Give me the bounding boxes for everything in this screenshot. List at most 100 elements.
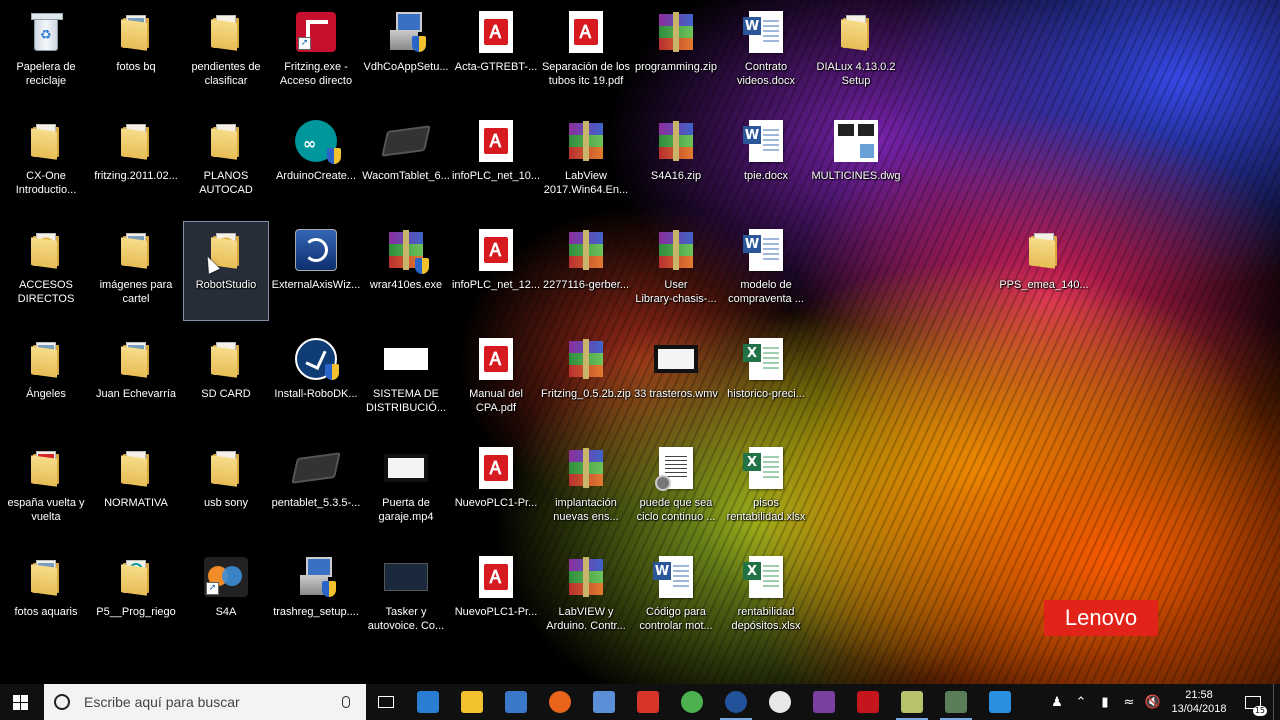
taskbar-app-chrome[interactable] bbox=[670, 684, 714, 720]
action-center-button[interactable]: 15 bbox=[1233, 684, 1273, 720]
autocad-icon bbox=[857, 691, 879, 713]
installer-icon bbox=[386, 12, 426, 52]
desktop-icon-nuevoplc1-b[interactable]: Ꭺ NuevoPLC1-Pr... bbox=[454, 549, 538, 647]
taskbar-app-foxit[interactable] bbox=[626, 684, 670, 720]
people-icon[interactable]: ♟ bbox=[1045, 684, 1069, 720]
desktop-icon-infoplc-10[interactable]: ᎪinfoPLC_net_10... bbox=[452, 113, 540, 211]
desktop-icon-codigo-controlar[interactable]: W Código para controlar mot... bbox=[634, 549, 718, 647]
desktop-icon-robotstudio[interactable]: RobotStudio bbox=[183, 221, 269, 321]
desktop-icon-separacion-tubos[interactable]: Ꭺ Separación de los tubos itc 19.pdf bbox=[542, 4, 630, 102]
desktop-icon-s4a16-zip[interactable]: S4A16.zip bbox=[634, 113, 718, 211]
desktop-icon-tpie-docx[interactable]: Wtpie.docx bbox=[724, 113, 808, 211]
desktop-icon-rentabilidad-depositos[interactable]: Xrentabilidad depósitos.xlsx bbox=[724, 549, 808, 647]
desktop-icon-s4a[interactable]: ➚ S4A bbox=[184, 549, 268, 647]
desktop-icon-labview-2017[interactable]: LabView 2017.Win64.En... bbox=[544, 113, 628, 211]
desktop-icon-infoplc-12[interactable]: ᎪinfoPLC_net_12... bbox=[452, 222, 540, 320]
desktop-icon-angeles[interactable]: Ángeles bbox=[4, 331, 88, 429]
desktop-icon-arduinocreate[interactable]: ∞ ArduinoCreate... bbox=[274, 113, 358, 211]
desktop-icon-pps-emea[interactable]: PPS_emea_140... bbox=[999, 222, 1089, 320]
icon-label: ExternalAxisWiz... bbox=[271, 279, 361, 291]
show-desktop-button[interactable] bbox=[1273, 684, 1280, 720]
desktop-icon-programming-zip[interactable]: programming.zip bbox=[634, 4, 718, 102]
desktop-icon-gerber-2277116[interactable]: 2277116-gerber... bbox=[543, 222, 629, 320]
desktop-icon-pentablet[interactable]: pentablet_5.3.5-... bbox=[272, 440, 360, 538]
desktop-icon-p5-prog-riego[interactable]: P5__Prog_riego bbox=[94, 549, 178, 647]
desktop-icon-multicines-dwg[interactable]: MULTICINES.dwg bbox=[811, 113, 901, 211]
pdf-file-icon: Ꭺ bbox=[569, 11, 603, 53]
desktop-icon-contrato-videos[interactable]: W Contrato videos.docx bbox=[724, 4, 808, 102]
document-thumbnail-icon bbox=[384, 348, 428, 370]
desktop-icon-recycle-bin[interactable]: ♻ Papelera de reciclaje bbox=[4, 4, 88, 102]
desktop-icon-trashreg-setup[interactable]: trashreg_setup.... bbox=[273, 549, 359, 647]
microphone-icon[interactable] bbox=[342, 696, 350, 708]
taskbar-app-recorder[interactable] bbox=[934, 684, 978, 720]
start-button[interactable] bbox=[0, 684, 40, 720]
folder-icon bbox=[121, 342, 151, 378]
icon-label: fotos aquaris bbox=[14, 606, 78, 618]
desktop-icon-fotos-bq[interactable]: fotos bq bbox=[94, 4, 178, 102]
battery-icon[interactable]: ▮ bbox=[1093, 684, 1117, 720]
taskbar-app-autocad[interactable] bbox=[846, 684, 890, 720]
clock[interactable]: 21:58 13/04/2018 bbox=[1165, 684, 1233, 720]
desktop-icon-sd-card[interactable]: SD CARD bbox=[184, 331, 268, 429]
desktop-icon-implantacion[interactable]: implantación nuevas ens... bbox=[544, 440, 628, 538]
desktop-icon-wacomtablet[interactable]: WacomTablet_6... bbox=[362, 113, 450, 211]
desktop-icon-externalaxiswiz[interactable]: ExternalAxisWiz... bbox=[272, 222, 360, 320]
icon-glyph: X bbox=[742, 553, 790, 601]
taskbar-search-box[interactable] bbox=[44, 684, 366, 720]
desktop-icon-manual-cpa[interactable]: Ꭺ Manual del CPA.pdf bbox=[454, 331, 538, 429]
desktop-icon-pendientes-clasificar[interactable]: pendientes de clasificar bbox=[184, 4, 268, 102]
recorder-icon bbox=[945, 691, 967, 713]
search-input[interactable] bbox=[82, 693, 336, 711]
desktop-icon-modelo-compraventa[interactable]: Wmodelo de compraventa ... bbox=[724, 222, 808, 320]
desktop-icon-planos-autocad[interactable]: PLANOS AUTOCAD bbox=[184, 113, 268, 211]
volume-muted-icon[interactable]: 🔇 bbox=[1141, 684, 1165, 720]
icon-glyph bbox=[381, 117, 431, 165]
desktop-icon-vdhcoappsetup[interactable]: VdhCoAppSetu... bbox=[363, 4, 449, 102]
desktop-icon-33-trasteros[interactable]: 33 trasteros.wmv bbox=[634, 331, 718, 429]
task-view-button[interactable] bbox=[366, 684, 406, 720]
desktop-icon-fritzing-exe[interactable]: ➚ Fritzing.exe - Acceso directo bbox=[274, 4, 358, 102]
desktop-icon-nuevoplc1-a[interactable]: Ꭺ NuevoPLC1-Pr... bbox=[454, 440, 538, 538]
taskbar-app-edge[interactable] bbox=[406, 684, 450, 720]
desktop-icon-fritzing-2011[interactable]: fritzing.2011.02... bbox=[94, 113, 178, 211]
desktop-icon-sistema-distribucion[interactable]: SISTEMA DE DISTRIBUCIÓ... bbox=[364, 331, 448, 429]
taskbar-app-vlc[interactable] bbox=[758, 684, 802, 720]
taskbar-app-file-explorer[interactable] bbox=[450, 684, 494, 720]
show-hidden-icons-chevron-icon[interactable]: ⌃ bbox=[1069, 684, 1093, 720]
desktop-icon-usb-sony[interactable]: usb sony bbox=[184, 440, 268, 538]
desktop-icon-install-robodk[interactable]: Install-RoboDK... bbox=[274, 331, 358, 429]
desktop-icon-fritzing-052b-zip[interactable]: Fritzing_0.5.2b.zip bbox=[541, 331, 631, 429]
icon-label: S4A16.zip bbox=[650, 170, 702, 182]
desktop-icon-fotos-aquaris[interactable]: fotos aquaris bbox=[4, 549, 88, 647]
icon-label: Fritzing_0.5.2b.zip bbox=[541, 388, 631, 400]
icon-label: VdhCoAppSetu... bbox=[363, 61, 449, 73]
desktop-icon-tasker-autovoice[interactable]: Tasker y autovoice. Co... bbox=[364, 549, 448, 647]
icon-label: puede que sea ciclo continuo ... bbox=[636, 497, 716, 523]
desktop-icon-dialux-setup[interactable]: DIALux 4.13.0.2 Setup bbox=[814, 4, 898, 102]
taskbar-app-internet-explorer[interactable] bbox=[978, 684, 1022, 720]
taskbar-app-robodk[interactable] bbox=[714, 684, 758, 720]
desktop-icon-puerta-garaje[interactable]: Puerta de garaje.mp4 bbox=[364, 440, 448, 538]
desktop-icon-imagenes-cartel[interactable]: imágenes para cartel bbox=[94, 222, 178, 320]
icon-label: modelo de compraventa ... bbox=[728, 279, 804, 305]
desktop-icon-puede-que-sea[interactable]: puede que sea ciclo continuo ... bbox=[634, 440, 718, 538]
taskbar-app-paint[interactable] bbox=[582, 684, 626, 720]
taskbar-app-store[interactable] bbox=[494, 684, 538, 720]
desktop-icon-historico-precios[interactable]: Xhistorico-preci... bbox=[724, 331, 808, 429]
icon-label: User Library-chasis-... bbox=[635, 279, 717, 305]
desktop-icon-wrar410es[interactable]: wrar410es.exe bbox=[364, 222, 448, 320]
desktop-icon-acta-gtrebt[interactable]: Ꭺ Acta-GTREBT-... bbox=[454, 4, 538, 102]
wifi-icon[interactable]: ≈ bbox=[1117, 684, 1141, 720]
desktop-icon-cx-one[interactable]: CX-One Introductio... bbox=[4, 113, 88, 211]
desktop-icon-pisos-rentabilidad[interactable]: Xpisos rentabilidad.xlsx bbox=[724, 440, 808, 538]
desktop-icon-normativa[interactable]: NORMATIVA bbox=[94, 440, 178, 538]
desktop-icon-espana-vuelta[interactable]: españa vuelta y vuelta bbox=[4, 440, 88, 538]
desktop-icon-labview-arduino[interactable]: LabVIEW y Arduino. Contr... bbox=[544, 549, 628, 647]
desktop-icon-juan-echevarria[interactable]: Juan Echevarría bbox=[94, 331, 178, 429]
taskbar-app-winrar[interactable] bbox=[802, 684, 846, 720]
desktop-icon-accesos-directos[interactable]: ACCESOS DIRECTOS bbox=[4, 222, 88, 320]
taskbar-app-notes[interactable] bbox=[890, 684, 934, 720]
desktop-icon-user-library-chasis[interactable]: User Library-chasis-... bbox=[634, 222, 718, 320]
taskbar-app-firefox[interactable] bbox=[538, 684, 582, 720]
